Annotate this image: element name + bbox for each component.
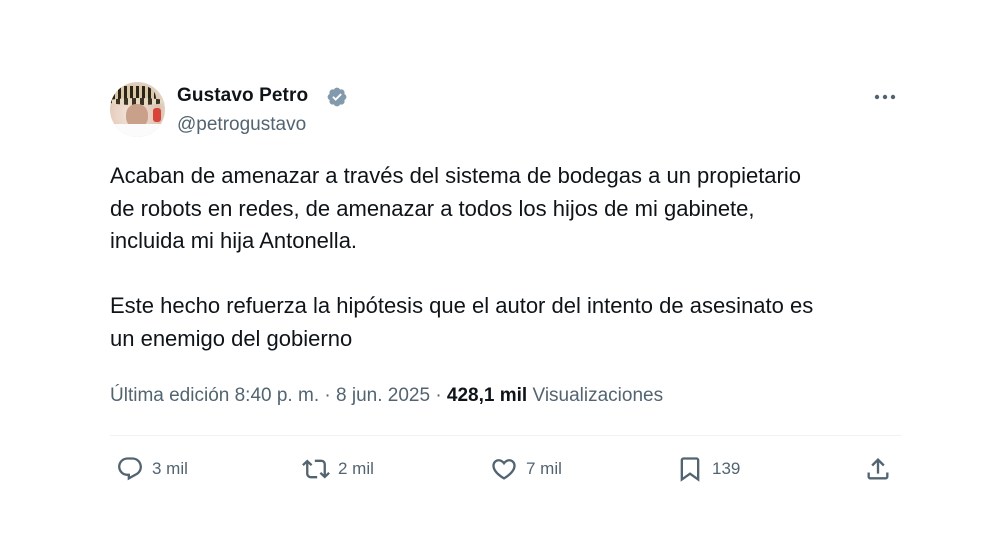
like-count: 7 mil: [526, 459, 562, 478]
tweet-paragraph: Acaban de amenazar a través del sistema …: [110, 160, 930, 258]
avatar-shirt: [110, 124, 165, 137]
edited-label[interactable]: Última edición: [110, 385, 229, 406]
tweet-date[interactable]: 8 jun. 2025: [336, 385, 430, 406]
tweet-line: Este hecho refuerza la hipótesis que el …: [110, 293, 814, 318]
tweet-line: un enemigo del gobierno: [110, 325, 353, 351]
more-icon: [874, 94, 896, 100]
bookmark-button[interactable]: 139: [676, 453, 740, 485]
avatar-accent: [153, 108, 161, 122]
like-button[interactable]: 7 mil: [490, 453, 562, 485]
heart-icon: [492, 459, 516, 480]
tweet-line: incluida mi hija Antonella.: [110, 228, 358, 253]
tweet-meta: Última edición 8:40 p. m. · 8 jun. 2025 …: [110, 385, 663, 407]
tweet-time[interactable]: 8:40 p. m.: [235, 385, 320, 406]
retweet-count: 2 mil: [338, 459, 374, 478]
more-options-button[interactable]: [868, 84, 902, 110]
views-label: Visualizaciones: [532, 385, 664, 406]
reply-button[interactable]: 3 mil: [116, 453, 188, 485]
avatar[interactable]: [110, 82, 165, 137]
retweet-button[interactable]: 2 mil: [302, 453, 374, 485]
author-handle[interactable]: @petrogustavo: [177, 114, 306, 136]
divider: [110, 435, 902, 436]
reply-count: 3 mil: [152, 459, 188, 478]
tweet-paragraph: Este hecho refuerza la hipótesis que el …: [110, 290, 930, 355]
meta-separator: ·: [324, 385, 331, 406]
reply-icon: [118, 457, 142, 481]
share-icon: [867, 458, 889, 480]
retweet-icon: [302, 459, 330, 479]
share-button[interactable]: [864, 453, 892, 485]
meta-separator: ·: [435, 385, 442, 406]
tweet-line: de robots en redes, de amenazar a todos …: [110, 195, 755, 221]
bookmark-icon: [680, 457, 700, 482]
views-count: 428,1 mil: [446, 385, 528, 406]
tweet-line: Acaban de amenazar a través del sistema …: [110, 163, 801, 188]
bookmark-count: 139: [712, 459, 741, 478]
tweet-card: Gustavo Petro @petrogustavo Acaban de am…: [0, 0, 992, 558]
author-name[interactable]: Gustavo Petro: [177, 85, 308, 107]
verified-badge-icon: [327, 87, 347, 107]
tweet-text: Acaban de amenazar a través del sistema …: [110, 160, 930, 355]
